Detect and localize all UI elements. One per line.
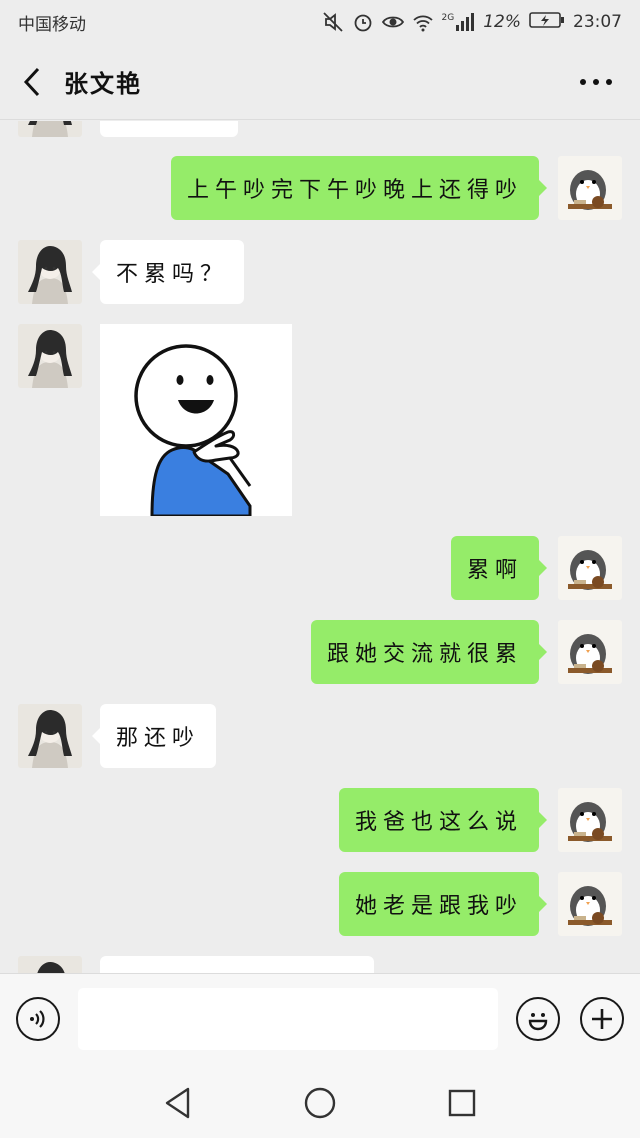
my-avatar[interactable] (558, 788, 622, 852)
message-bubble-outgoing[interactable]: 累啊 (450, 536, 548, 600)
my-avatar[interactable] (558, 536, 622, 600)
more-options-button[interactable] (580, 70, 612, 94)
message-bubble-incoming[interactable] (100, 956, 374, 973)
system-navigation-bar (0, 1067, 640, 1138)
message-row: 那还吵 (0, 704, 640, 768)
emoji-button[interactable] (516, 997, 560, 1041)
plus-button[interactable] (580, 997, 624, 1041)
my-avatar[interactable] (558, 156, 622, 220)
voice-icon (30, 1010, 45, 1028)
signal-icon: 2G (442, 13, 476, 31)
chat-header: 张文艳 (0, 44, 640, 120)
emoji-icon (528, 1013, 548, 1031)
message-row: 不累吗？ (0, 240, 640, 304)
battery-percent: 12% (483, 12, 521, 32)
contact-avatar[interactable] (18, 324, 82, 388)
system-back-button[interactable] (158, 1083, 198, 1123)
message-row: 跟她交流就很累 (0, 620, 640, 684)
my-avatar[interactable] (558, 872, 622, 936)
system-home-button[interactable] (300, 1083, 340, 1123)
message-input[interactable] (78, 988, 498, 1050)
message-bubble-incoming[interactable] (100, 121, 238, 137)
message-bubble-outgoing[interactable]: 上午吵完下午吵晚上还得吵 (170, 156, 548, 220)
message-list[interactable]: 上午吵完下午吵晚上还得吵 不累吗？ 累啊 跟她交流就很累 那还吵 我爸也这么说 … (0, 121, 640, 973)
contact-avatar[interactable] (18, 121, 82, 137)
contact-avatar[interactable] (18, 956, 82, 973)
dot-icon (593, 79, 599, 85)
battery-icon (529, 11, 565, 34)
status-bar: 中国移动 2G 12% 23:07 (0, 0, 640, 44)
back-button[interactable] (0, 44, 64, 120)
thinking-stickman-sticker[interactable] (100, 324, 292, 518)
message-row (0, 956, 640, 973)
eye-icon (381, 11, 404, 33)
contact-avatar[interactable] (18, 240, 82, 304)
alarm-icon (352, 11, 374, 33)
message-bubble-outgoing[interactable]: 她老是跟我吵 (338, 872, 548, 936)
system-recents-button[interactable] (442, 1083, 482, 1123)
contact-avatar[interactable] (18, 704, 82, 768)
message-row: 她老是跟我吵 (0, 872, 640, 936)
chat-title: 张文艳 (64, 69, 142, 98)
message-bubble-outgoing[interactable]: 我爸也这么说 (338, 788, 548, 852)
dot-icon (580, 79, 586, 85)
input-bar (0, 973, 640, 1067)
square-recents-icon (448, 1089, 476, 1117)
clock-time: 23:07 (573, 12, 622, 32)
mute-icon (322, 11, 344, 33)
message-bubble-incoming[interactable]: 那还吵 (91, 704, 217, 768)
voice-button[interactable] (16, 997, 60, 1041)
carrier-label: 中国移动 (18, 14, 86, 35)
dot-icon (606, 79, 612, 85)
message-bubble-outgoing[interactable]: 跟她交流就很累 (310, 620, 548, 684)
message-row: 上午吵完下午吵晚上还得吵 (0, 156, 640, 220)
message-row (0, 324, 640, 518)
triangle-back-icon (165, 1087, 190, 1119)
message-bubble-incoming[interactable]: 不累吗？ (91, 240, 245, 304)
message-row (0, 121, 640, 137)
message-row: 我爸也这么说 (0, 788, 640, 852)
plus-icon (592, 1009, 612, 1029)
message-row: 累啊 (0, 536, 640, 600)
chevron-left-icon (23, 67, 40, 96)
circle-home-icon (304, 1087, 336, 1119)
wifi-icon (412, 11, 434, 33)
my-avatar[interactable] (558, 620, 622, 684)
